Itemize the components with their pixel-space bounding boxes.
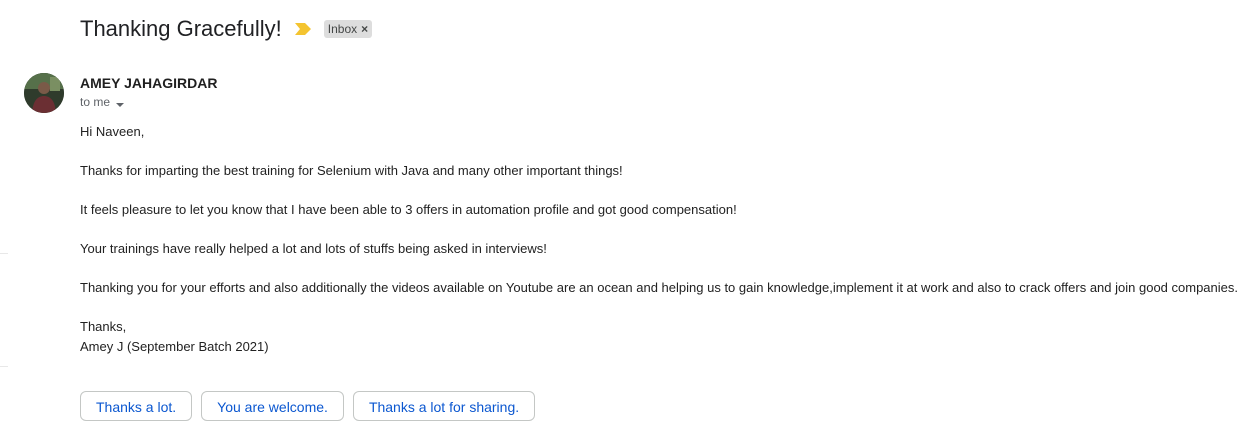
email-body: Hi Naveen, Thanks for imparting the best…	[80, 122, 1245, 356]
body-line: Thanks for imparting the best training f…	[80, 163, 623, 178]
inbox-label-chip[interactable]: Inbox ×	[323, 20, 373, 38]
recipient-label: to me	[80, 95, 111, 109]
recipient-details-toggle[interactable]: to me	[80, 95, 125, 109]
body-line: Amey J (September Batch 2021)	[80, 338, 269, 354]
left-divider-mark	[0, 366, 8, 367]
body-line: Thanking you for your efforts and also a…	[80, 280, 1238, 295]
smart-reply-thanks-a-lot-button[interactable]: Thanks a lot.	[80, 391, 193, 421]
chevron-down-icon[interactable]	[116, 98, 125, 107]
smart-reply-bar: Thanks a lot. You are welcome. Thanks a …	[80, 391, 536, 421]
body-line: It feels pleasure to let you know that I…	[80, 202, 737, 217]
body-line: Thanks,	[80, 319, 127, 334]
sender-name[interactable]: AMEY JAHAGIRDAR	[80, 75, 217, 91]
email-view: Thanking Gracefully! Inbox × AMEY JAHAGI…	[0, 0, 1249, 436]
body-line: Your trainings have really helped a lot …	[80, 241, 547, 256]
smart-reply-you-are-welcome-button[interactable]: You are welcome.	[201, 391, 344, 421]
subject-row: Thanking Gracefully! Inbox ×	[80, 16, 373, 42]
email-subject: Thanking Gracefully!	[80, 16, 282, 41]
smart-reply-thanks-for-sharing-button[interactable]: Thanks a lot for sharing.	[352, 391, 536, 421]
body-line: Hi Naveen,	[80, 124, 145, 139]
label-chip-text: Inbox	[327, 22, 358, 36]
remove-label-icon[interactable]: ×	[361, 21, 368, 37]
avatar[interactable]	[24, 73, 64, 113]
left-divider-mark	[0, 253, 8, 254]
importance-marker-icon[interactable]	[294, 22, 312, 36]
